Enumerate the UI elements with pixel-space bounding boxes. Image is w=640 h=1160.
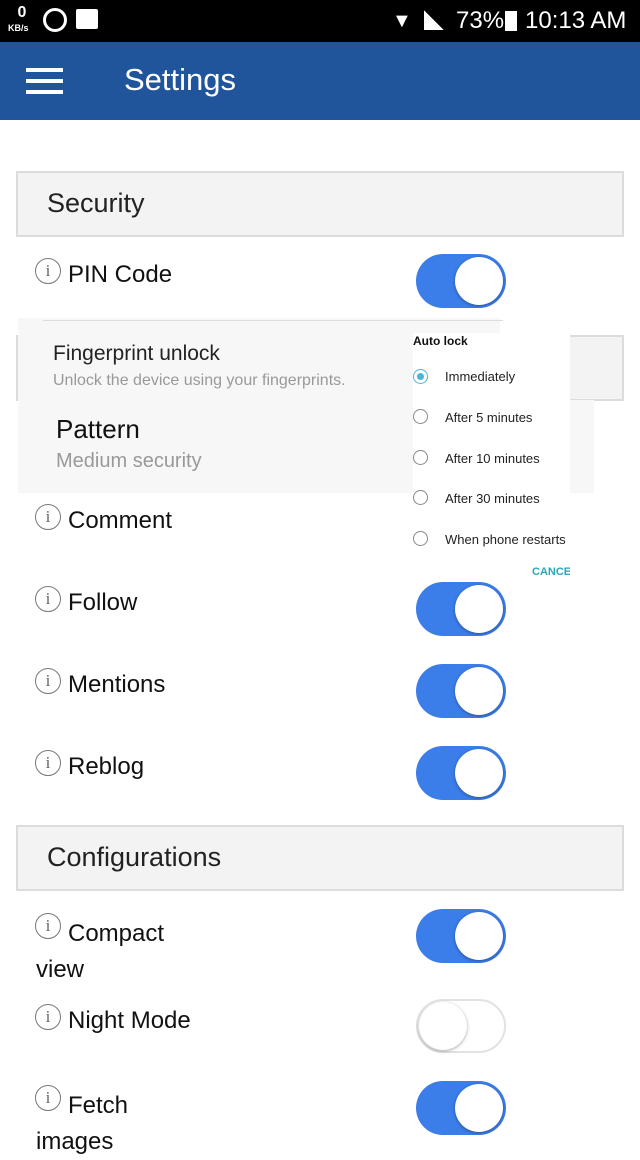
fingerprint-unlock-desc: Unlock the device using your fingerprint… bbox=[53, 372, 346, 389]
mentions-label: Mentions bbox=[68, 671, 166, 698]
follow-label: Follow bbox=[68, 589, 138, 616]
radio-phone-restarts[interactable] bbox=[413, 531, 428, 546]
section-title: Configurations bbox=[47, 842, 222, 872]
battery-percent: 73% bbox=[456, 7, 505, 34]
pattern-option[interactable]: Pattern bbox=[56, 414, 140, 445]
radio-immediately[interactable] bbox=[413, 369, 428, 384]
night-mode-label: Night Mode bbox=[68, 1007, 191, 1034]
info-icon[interactable]: i bbox=[35, 1004, 61, 1030]
option-label[interactable]: After 10 minutes bbox=[445, 451, 540, 466]
info-icon[interactable]: i bbox=[35, 586, 61, 612]
info-icon[interactable]: i bbox=[35, 504, 61, 530]
hamburger-icon[interactable] bbox=[26, 68, 63, 94]
signal-icon bbox=[424, 10, 444, 30]
info-icon[interactable]: i bbox=[35, 750, 61, 776]
whatsapp-icon bbox=[43, 8, 67, 32]
option-label[interactable]: After 5 minutes bbox=[445, 410, 532, 425]
radio-30-minutes[interactable] bbox=[413, 490, 428, 505]
dialog-title: Auto lock bbox=[413, 334, 468, 348]
fingerprint-unlock-option[interactable]: Fingerprint unlock bbox=[53, 342, 220, 366]
app-bar: Settings bbox=[0, 42, 640, 120]
gallery-icon bbox=[76, 9, 98, 29]
comment-label: Comment bbox=[68, 507, 173, 534]
option-label[interactable]: Immediately bbox=[445, 369, 515, 384]
pin-code-label: PIN Code bbox=[68, 261, 173, 288]
follow-toggle[interactable] bbox=[416, 582, 506, 636]
net-speed: 0 bbox=[17, 4, 27, 21]
page-title: Settings bbox=[124, 62, 237, 97]
option-label[interactable]: After 30 minutes bbox=[445, 491, 540, 506]
net-speed-unit: KB/s bbox=[8, 23, 29, 33]
pin-code-toggle[interactable] bbox=[416, 254, 506, 308]
section-configurations: Configurations bbox=[16, 825, 624, 891]
cancel-button[interactable]: CANCEL bbox=[532, 566, 570, 578]
fetch-images-label: Fetch images bbox=[36, 1092, 129, 1155]
mentions-toggle[interactable] bbox=[416, 664, 506, 718]
wifi-icon: ▼ bbox=[392, 10, 412, 32]
clock: 10:13 AM bbox=[525, 7, 627, 34]
section-title: Security bbox=[47, 188, 145, 218]
night-mode-toggle[interactable] bbox=[416, 999, 506, 1053]
radio-10-minutes[interactable] bbox=[413, 450, 428, 465]
reblog-toggle[interactable] bbox=[416, 746, 506, 800]
option-label[interactable]: When phone restarts bbox=[445, 532, 566, 547]
status-bar: 0 KB/s ▼ 73% 10:13 AM bbox=[0, 0, 640, 42]
compact-view-toggle[interactable] bbox=[416, 909, 506, 963]
battery-icon bbox=[505, 11, 517, 31]
fetch-images-toggle[interactable] bbox=[416, 1081, 506, 1135]
info-icon[interactable]: i bbox=[35, 258, 61, 284]
radio-5-minutes[interactable] bbox=[413, 409, 428, 424]
compact-view-label: Compact view bbox=[36, 920, 165, 983]
info-icon[interactable]: i bbox=[35, 668, 61, 694]
section-security: Security bbox=[16, 171, 624, 237]
reblog-label: Reblog bbox=[68, 753, 145, 780]
pattern-desc: Medium security bbox=[56, 450, 202, 472]
